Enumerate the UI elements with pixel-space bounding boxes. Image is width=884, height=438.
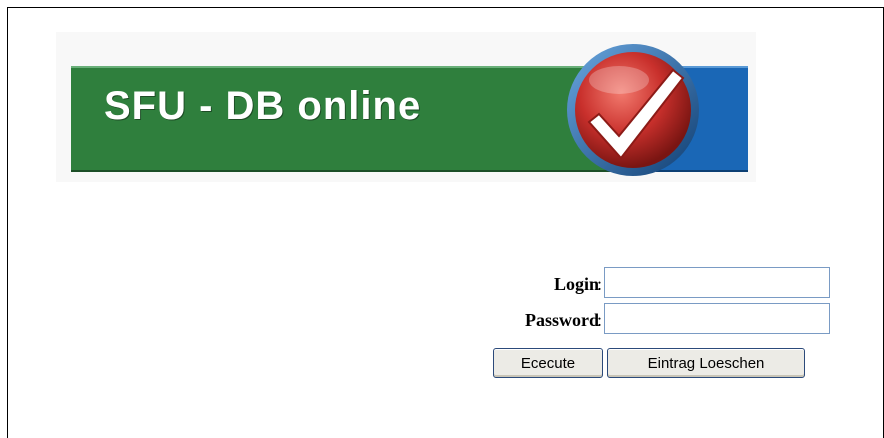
login-colon: :: [597, 274, 603, 294]
execute-button[interactable]: Ececute: [493, 348, 603, 378]
login-input[interactable]: [604, 267, 830, 298]
login-form: Login : Password : Ececute Eintrag Loesc…: [483, 266, 843, 396]
checkmark-badge-icon: [567, 44, 699, 176]
password-label: Password: [524, 310, 599, 330]
banner: SFU - DB online: [56, 32, 756, 182]
login-label: Login: [553, 274, 599, 294]
password-input[interactable]: [604, 303, 830, 334]
page-frame: SFU - DB online Login : Password: Ececu…: [7, 7, 884, 438]
password-row: Password :: [483, 302, 843, 336]
banner-title: SFU - DB online: [104, 84, 422, 128]
clear-entry-button[interactable]: Eintrag Loeschen: [607, 348, 805, 378]
login-row: Login :: [483, 266, 843, 300]
password-colon: :: [597, 310, 603, 330]
